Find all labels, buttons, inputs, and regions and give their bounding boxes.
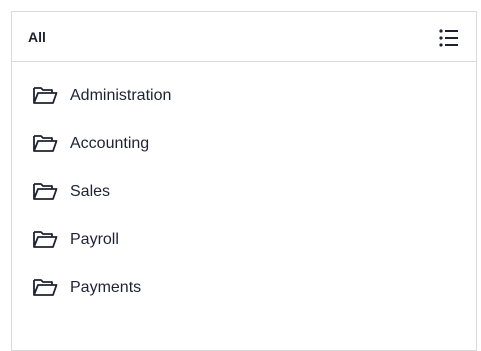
list-bullets-icon[interactable] — [438, 27, 460, 49]
folder-label: Accounting — [70, 135, 150, 152]
folder-label: Payroll — [70, 231, 119, 248]
folder-open-icon — [32, 276, 58, 298]
panel-header: All — [12, 12, 476, 62]
folder-item-accounting[interactable]: Accounting — [12, 119, 476, 167]
folder-item-payroll[interactable]: Payroll — [12, 215, 476, 263]
folder-item-payments[interactable]: Payments — [12, 263, 476, 311]
folder-list: Administration Accounting Sales Payroll … — [12, 62, 476, 311]
folder-open-icon — [32, 180, 58, 202]
folder-item-administration[interactable]: Administration — [12, 71, 476, 119]
folder-label: Sales — [70, 183, 111, 200]
folder-label: Payments — [70, 279, 142, 296]
folder-open-icon — [32, 84, 58, 106]
folder-open-icon — [32, 228, 58, 250]
panel-title: All — [28, 29, 46, 45]
folder-panel: All Administration Accounting Sales Payr… — [11, 11, 477, 351]
folder-open-icon — [32, 132, 58, 154]
folder-label: Administration — [70, 87, 172, 104]
folder-item-sales[interactable]: Sales — [12, 167, 476, 215]
